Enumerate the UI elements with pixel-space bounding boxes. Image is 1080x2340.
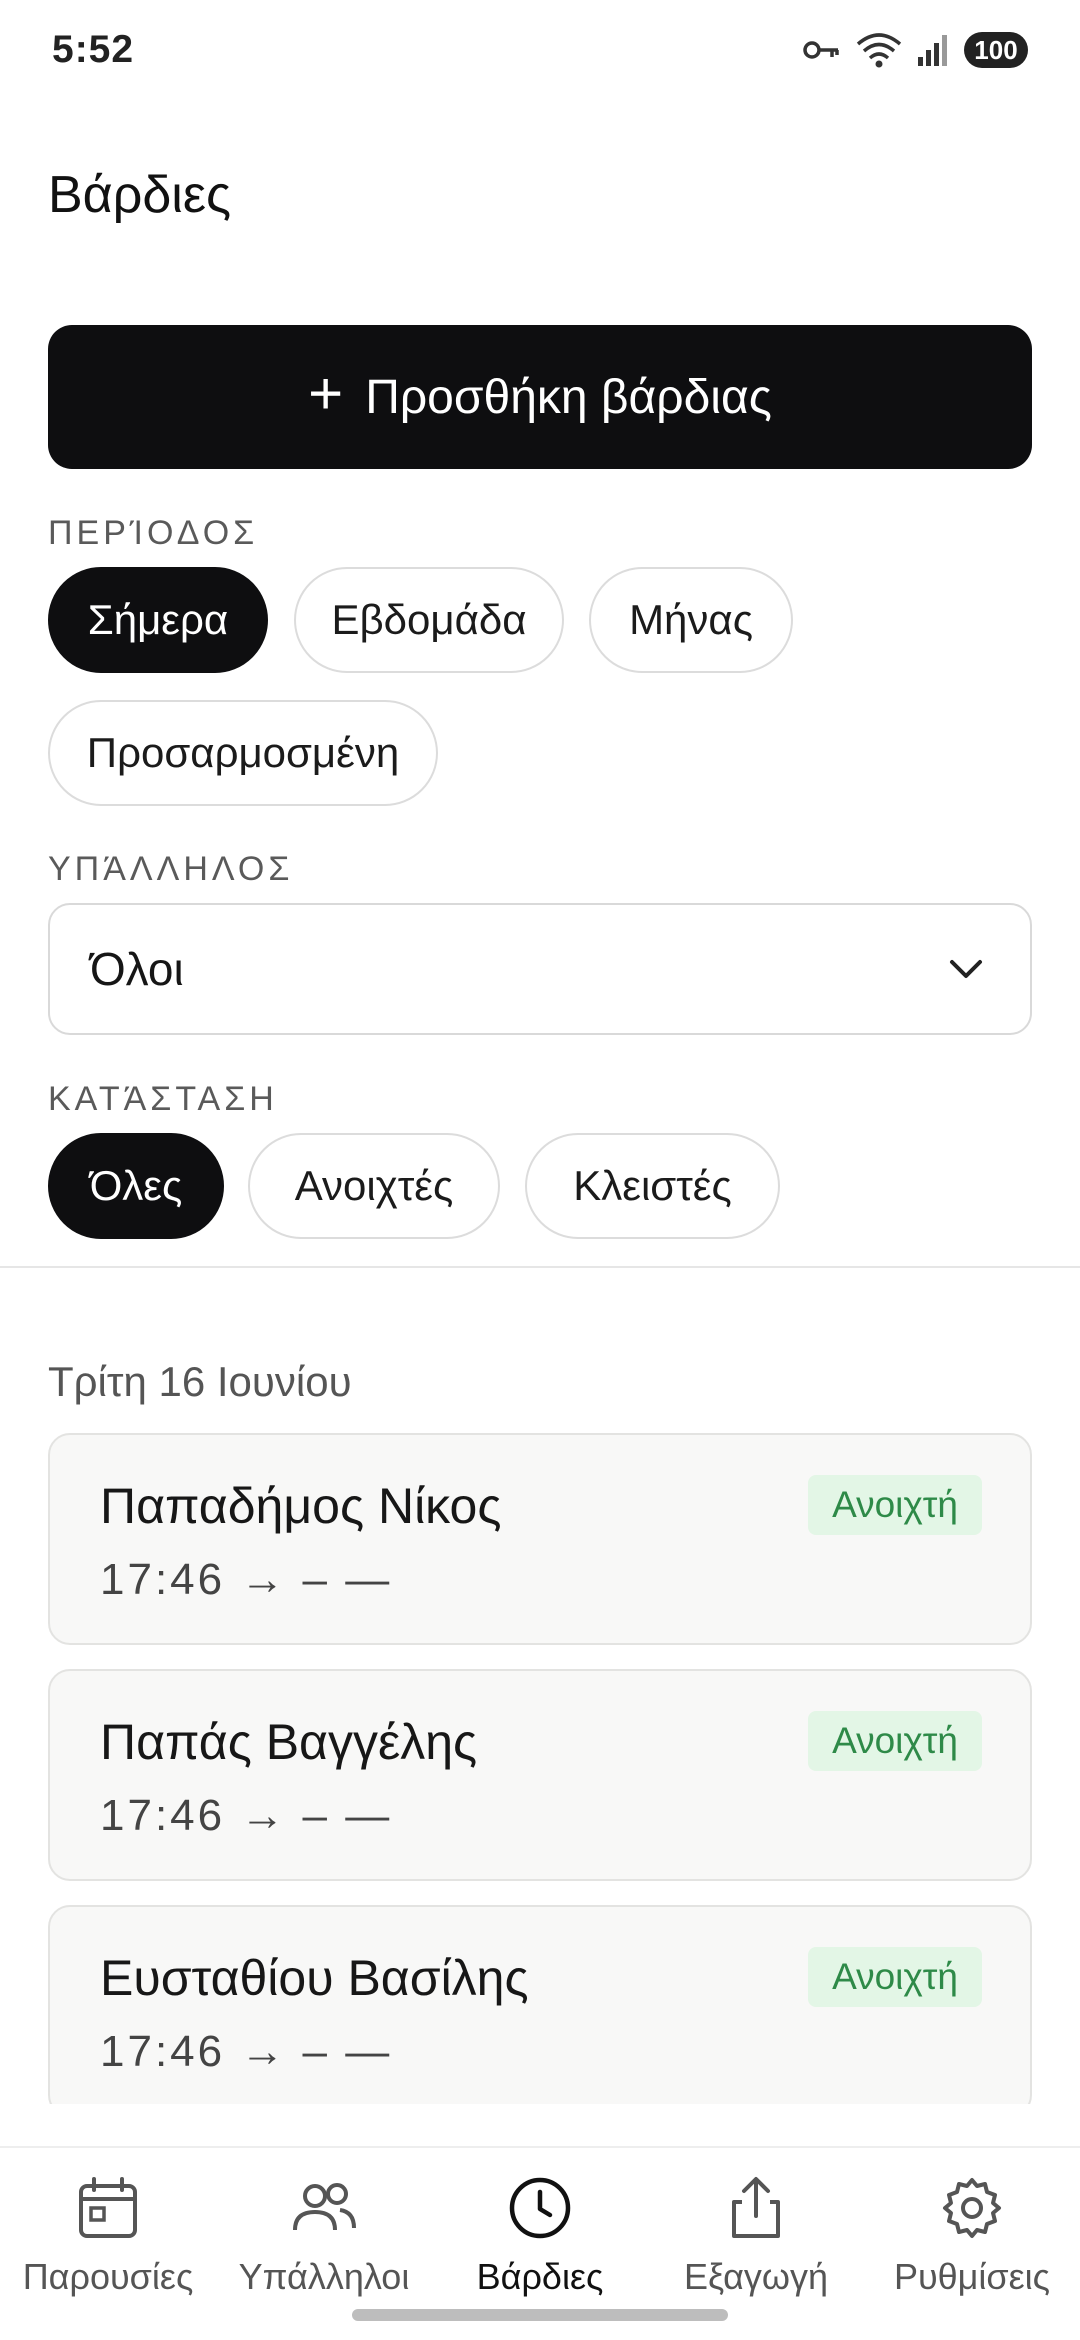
nav-item-shifts[interactable]: Βάρδιες [432,2172,648,2298]
shift-card[interactable]: Παπαδήμος Νίκος 17:46 → – — Ανοιχτή [48,1433,1032,1645]
status-icons: 100 [802,30,1028,70]
nav-item-export[interactable]: Εξαγωγή [648,2172,864,2298]
clock-icon [509,2177,571,2239]
signal-icon [918,35,947,66]
shift-time: 17:46 → – — [100,1791,393,1840]
status-chip-closed[interactable]: Κλειστές [525,1133,780,1239]
chevron-down-icon [950,960,982,978]
status-chip-open[interactable]: Ανοιχτές [248,1133,500,1239]
nav-item-employees[interactable]: Υπάλληλοι [216,2172,432,2298]
add-shift-label: Προσθήκη βάρδιας [365,370,772,424]
shift-employee-name: Παπάς Βαγγέλης [100,1714,478,1770]
calendar-icon [79,2177,137,2238]
status-chip-all[interactable]: Όλες [48,1133,224,1239]
status-badge: Ανοιχτή [808,1475,982,1535]
date-header: Τρίτη 16 Ιουνίου [48,1358,352,1405]
divider [0,1266,1080,1268]
scroll-edge [0,2104,1080,2146]
gear-icon [943,2178,1001,2238]
nav-label: Παρουσίες [22,2256,194,2297]
status-badge: Ανοιχτή [808,1711,982,1771]
home-indicator [352,2309,728,2321]
shift-employee-name: Ευσταθίου Βασίλης [100,1950,529,2006]
period-chip-today[interactable]: Σήμερα [48,567,268,673]
add-shift-button[interactable]: + Προσθήκη βάρδιας [48,325,1032,469]
nav-item-settings[interactable]: Ρυθμίσεις [864,2172,1080,2298]
wifi-icon [856,33,902,68]
shift-card[interactable]: Ευσταθίου Βασίλης 17:46 → – — Ανοιχτή [48,1905,1032,2117]
status-time: 5:52 [52,28,135,71]
period-chip-custom[interactable]: Προσαρμοσμένη [48,700,438,806]
users-icon [293,2183,356,2231]
period-label: ΠΕΡΊΟΔΟΣ [48,514,259,552]
shift-card[interactable]: Παπάς Βαγγέλης 17:46 → – — Ανοιχτή [48,1669,1032,1881]
nav-label: Ρυθμίσεις [893,2256,1051,2297]
share-icon [732,2177,780,2238]
employee-select[interactable]: Όλοι [48,903,1032,1035]
shift-employee-name: Παπαδήμος Νίκος [100,1478,502,1534]
status-bar: 5:52 100 [0,0,1080,100]
period-chip-week[interactable]: Εβδομάδα [294,567,564,673]
page-title: Βάρδιες [48,166,232,224]
shift-time: 17:46 → – — [100,2027,393,2076]
period-chip-month[interactable]: Μήνας [589,567,793,673]
battery-indicator: 100 [964,32,1028,68]
vpn-key-icon [803,41,839,59]
nav-label: Βάρδιες [476,2256,604,2297]
status-label: ΚΑΤΆΣΤΑΣΗ [48,1080,278,1118]
employee-label: ΥΠΆΛΛΗΛΟΣ [48,850,294,888]
status-badge: Ανοιχτή [808,1947,982,2007]
nav-item-attendance[interactable]: Παρουσίες [0,2172,216,2298]
employee-select-value: Όλοι [90,943,184,995]
nav-label: Υπάλληλοι [238,2256,410,2297]
shift-time: 17:46 → – — [100,1555,393,1604]
plus-icon: + [308,360,344,427]
nav-label: Εξαγωγή [683,2256,829,2297]
